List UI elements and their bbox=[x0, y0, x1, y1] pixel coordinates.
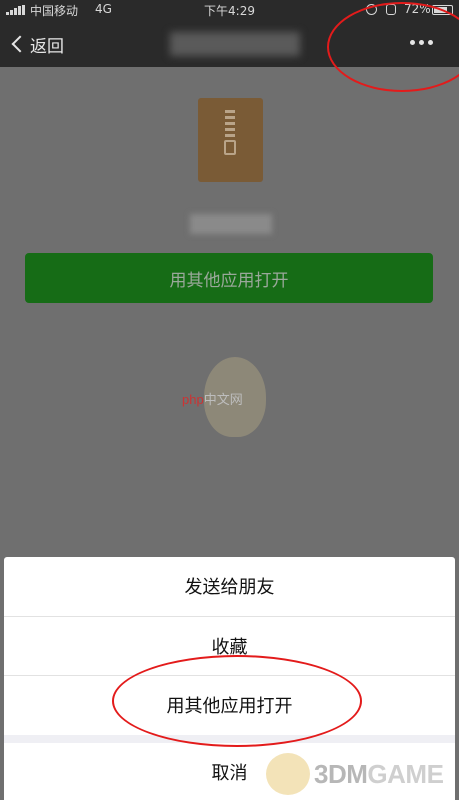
navigation-bar: 返回 bbox=[0, 20, 459, 67]
php-watermark: php中文网 bbox=[180, 357, 290, 441]
more-horizontal-icon bbox=[410, 40, 415, 45]
blurred-filename bbox=[190, 214, 272, 234]
send-to-friend-option[interactable]: 发送给朋友 bbox=[4, 557, 455, 615]
favorite-option[interactable]: 收藏 bbox=[4, 617, 455, 675]
back-button[interactable]: 返回 bbox=[10, 30, 64, 58]
chevron-left-icon bbox=[11, 35, 29, 53]
blurred-title bbox=[170, 32, 300, 56]
battery-icon bbox=[432, 5, 453, 15]
3dmgame-watermark: 3DMGAME bbox=[266, 752, 444, 796]
status-bar: 中国移动 4G 下午4:29 72% bbox=[0, 0, 459, 20]
alarm-icon bbox=[366, 4, 377, 15]
mascot-icon bbox=[266, 753, 310, 795]
back-label: 返回 bbox=[30, 36, 64, 57]
open-with-other-app-button[interactable]: 用其他应用打开 bbox=[25, 253, 433, 303]
battery-percent: 72% bbox=[404, 2, 431, 16]
sheet-gap bbox=[4, 735, 455, 743]
php-logo: php中文网 bbox=[182, 392, 243, 407]
zip-archive-icon bbox=[198, 98, 263, 182]
3dmgame-logo: 3DMGAME bbox=[314, 758, 444, 789]
more-options-button[interactable] bbox=[410, 40, 433, 45]
orientation-lock-icon bbox=[386, 4, 396, 15]
open-with-other-app-option[interactable]: 用其他应用打开 bbox=[4, 676, 455, 734]
